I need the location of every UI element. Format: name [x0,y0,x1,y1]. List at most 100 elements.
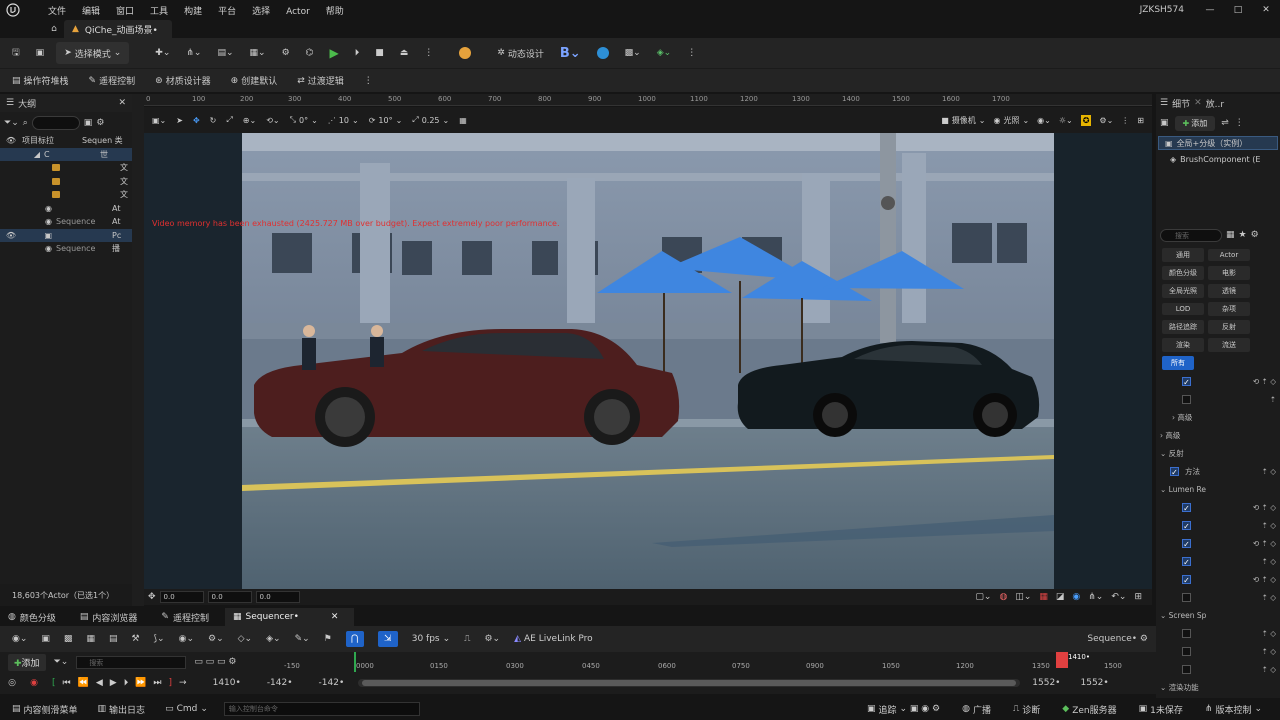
layers-icon[interactable]: ◫⌄ [1015,592,1031,602]
next-frame-icon[interactable]: ⏵ [124,678,129,688]
coord-y-field[interactable]: 0.0 [207,591,252,603]
eye-icon[interactable]: 👁 [0,231,22,240]
section-render-features[interactable]: ⌄ 渲染功能 [1156,678,1280,696]
sequence-name[interactable]: Sequence• ⚙ [1087,634,1156,644]
camera-speed-icon[interactable]: ▦ [459,116,467,125]
coord-z-field[interactable]: 0.0 [255,591,300,603]
track-search-input[interactable]: 搜索 [76,655,187,669]
rotate-tool-icon[interactable]: ↻ [210,116,217,125]
show-icon[interactable]: ◉⌄ [1037,115,1051,126]
tab-placeholder[interactable]: 放..r [1206,97,1224,110]
surface-snap-icon[interactable]: ⟲⌄ [266,116,279,125]
filter-icon[interactable]: ⚑ [324,634,332,644]
livelink-button[interactable]: ◭ AE LiveLink Pro [514,628,593,650]
rotation-snap[interactable]: ⟳ 10° ⌄ [369,116,403,125]
visibility-icon[interactable]: ◉ [1072,592,1080,602]
maximize-button[interactable]: □ [1224,5,1252,15]
world-icon[interactable]: ◉⌄ [12,634,27,644]
prev-frame-icon[interactable]: ◀ [96,678,103,688]
content-icon[interactable]: ▣ [32,42,49,64]
menu-edit[interactable]: 编辑 [74,7,108,17]
camera-button[interactable]: ■ 摄像机 ⌄ [941,115,985,126]
save-icon[interactable]: 🖫 [8,42,24,64]
filter-icon[interactable]: ⏷⌄ [54,657,69,667]
list-item[interactable]: ◢ C 世 [0,147,132,161]
curve-icon[interactable]: ⟆⌄ [154,634,165,644]
reset-icon[interactable]: ⇡ ◇ [1262,665,1280,674]
details-search-input[interactable]: 搜索 [1160,228,1222,242]
property-checkbox[interactable] [1182,394,1191,404]
list-item[interactable]: 文 [0,175,132,189]
list-item[interactable]: 👁 ▣ Pc [0,228,132,242]
filter-rendering[interactable]: 渲染 [1162,338,1204,352]
console-input[interactable]: 输入控制台命令 [223,702,420,716]
reset-icon[interactable]: ⟲ ⇡ ◇ [1253,377,1280,386]
filter-path-tracing[interactable]: 路径追踪 [1162,320,1204,334]
reset-icon[interactable]: ⟲ ⇡ ◇ [1253,575,1280,584]
outliner-search-input[interactable] [31,116,80,130]
play-icon[interactable]: ▶ [110,678,117,688]
table-view-icon[interactable]: ▦ [1226,230,1235,240]
filter-misc[interactable]: 杂项 [1208,302,1250,316]
stats-icon[interactable]: ▦ [1039,592,1048,602]
view-icon[interactable]: ◉⌄ [179,634,194,644]
grid-toggle-icon[interactable]: ▢⌄ [975,592,991,602]
globe-icon[interactable] [593,42,613,64]
snap-icon[interactable]: ⋔⌄ [1088,592,1103,602]
trace-button[interactable]: ▣ 追踪 ⌄ ▣ ◉ ⚙ [863,698,944,720]
save-icon[interactable]: ▣ [41,634,50,644]
play-button[interactable]: ▶ [326,42,343,64]
view-range-start[interactable]: -142• [267,678,293,688]
jump-end-icon[interactable]: ⏭ [153,678,161,688]
render-movie-icon[interactable]: ▩ [64,634,73,644]
working-range-end[interactable]: 1552• [1081,678,1109,688]
property-checkbox[interactable] [1182,538,1191,548]
filter-lens[interactable]: 透镜 [1208,284,1250,298]
cmd-button[interactable]: ▭ Cmd ⌄ [161,698,212,720]
list-item[interactable]: ◉ Sequence 播 [0,242,132,256]
section-lumen[interactable]: ⌄ Lumen Re [1156,480,1280,498]
record-icon[interactable]: ◉ [24,678,44,688]
stop-icon[interactable]: ■ [371,42,388,64]
list-item[interactable]: 文 [0,161,132,175]
reset-icon[interactable]: ⇡ ◇ [1262,629,1280,638]
loop-icon[interactable]: → [179,678,187,688]
more-icon[interactable]: ⋮ [1235,118,1244,128]
section-screen-space[interactable]: ⌄ Screen Sp [1156,606,1280,624]
property-checkbox[interactable] [1170,466,1179,476]
realtime-icon[interactable]: ☼⌄ [1059,115,1073,126]
broadcast-button[interactable]: ◍ 广播 [958,698,995,720]
menu-window[interactable]: 窗口 [108,7,142,17]
operator-stack-button[interactable]: ▤ 操作符堆栈 [8,70,73,92]
timeline-ruler[interactable]: -150 0000 0150 0300 0450 0600 0750 0900 … [284,652,1130,672]
material-designer-button[interactable]: ⊛ 材质设计器 [151,70,215,92]
scrollbar-thumb[interactable] [362,680,1017,686]
remote-control-button[interactable]: ✎ 遥程控制 [85,70,140,92]
close-window-button[interactable]: ✕ [1252,5,1280,15]
move-icon[interactable]: ✥ [148,592,156,602]
cinematics-icon[interactable]: ▤⌄ [213,42,237,64]
viewport-menu-icon[interactable]: ▣⌄ [152,116,166,125]
source-control-button[interactable]: ⋔ 版本控制 ⌄ [1201,698,1266,720]
list-item[interactable]: 文 [0,188,132,202]
more-icon[interactable]: ⋮ [420,42,437,64]
key-interp-icon[interactable]: ◈⌄ [266,634,280,644]
property-checkbox[interactable] [1182,520,1191,530]
fps-selector[interactable]: 30 fps ⌄ [412,628,450,650]
dynamic-design-button[interactable]: ✲ 动态设计 [493,42,548,64]
gear-icon[interactable]: ⚙ [1251,230,1259,240]
filter-general[interactable]: 通用 [1162,248,1204,262]
zen-server-button[interactable]: ◆ Zen服务器 [1058,698,1120,720]
blender-icon[interactable]: B⌄ [556,42,585,64]
filter-actor[interactable]: Actor [1208,249,1250,261]
menu-build[interactable]: 构建 [176,7,210,17]
property-checkbox[interactable] [1182,592,1191,602]
unsaved-button[interactable]: ▣ 1未保存 [1135,698,1187,720]
world-local-icon[interactable]: ⊕⌄ [243,116,256,125]
more-icon-3[interactable]: ⋮ [360,70,377,92]
section-advanced-2[interactable]: › 高级 [1156,426,1280,444]
grid-snap[interactable]: ⋰ 10 ⌄ [328,116,359,125]
component-root[interactable]: ▣ 全局+分级（实例） [1158,136,1278,150]
diagnostics-button[interactable]: ⎍ 诊断 [1009,698,1044,720]
filter-icon[interactable]: ⏷⌄ [4,118,19,128]
